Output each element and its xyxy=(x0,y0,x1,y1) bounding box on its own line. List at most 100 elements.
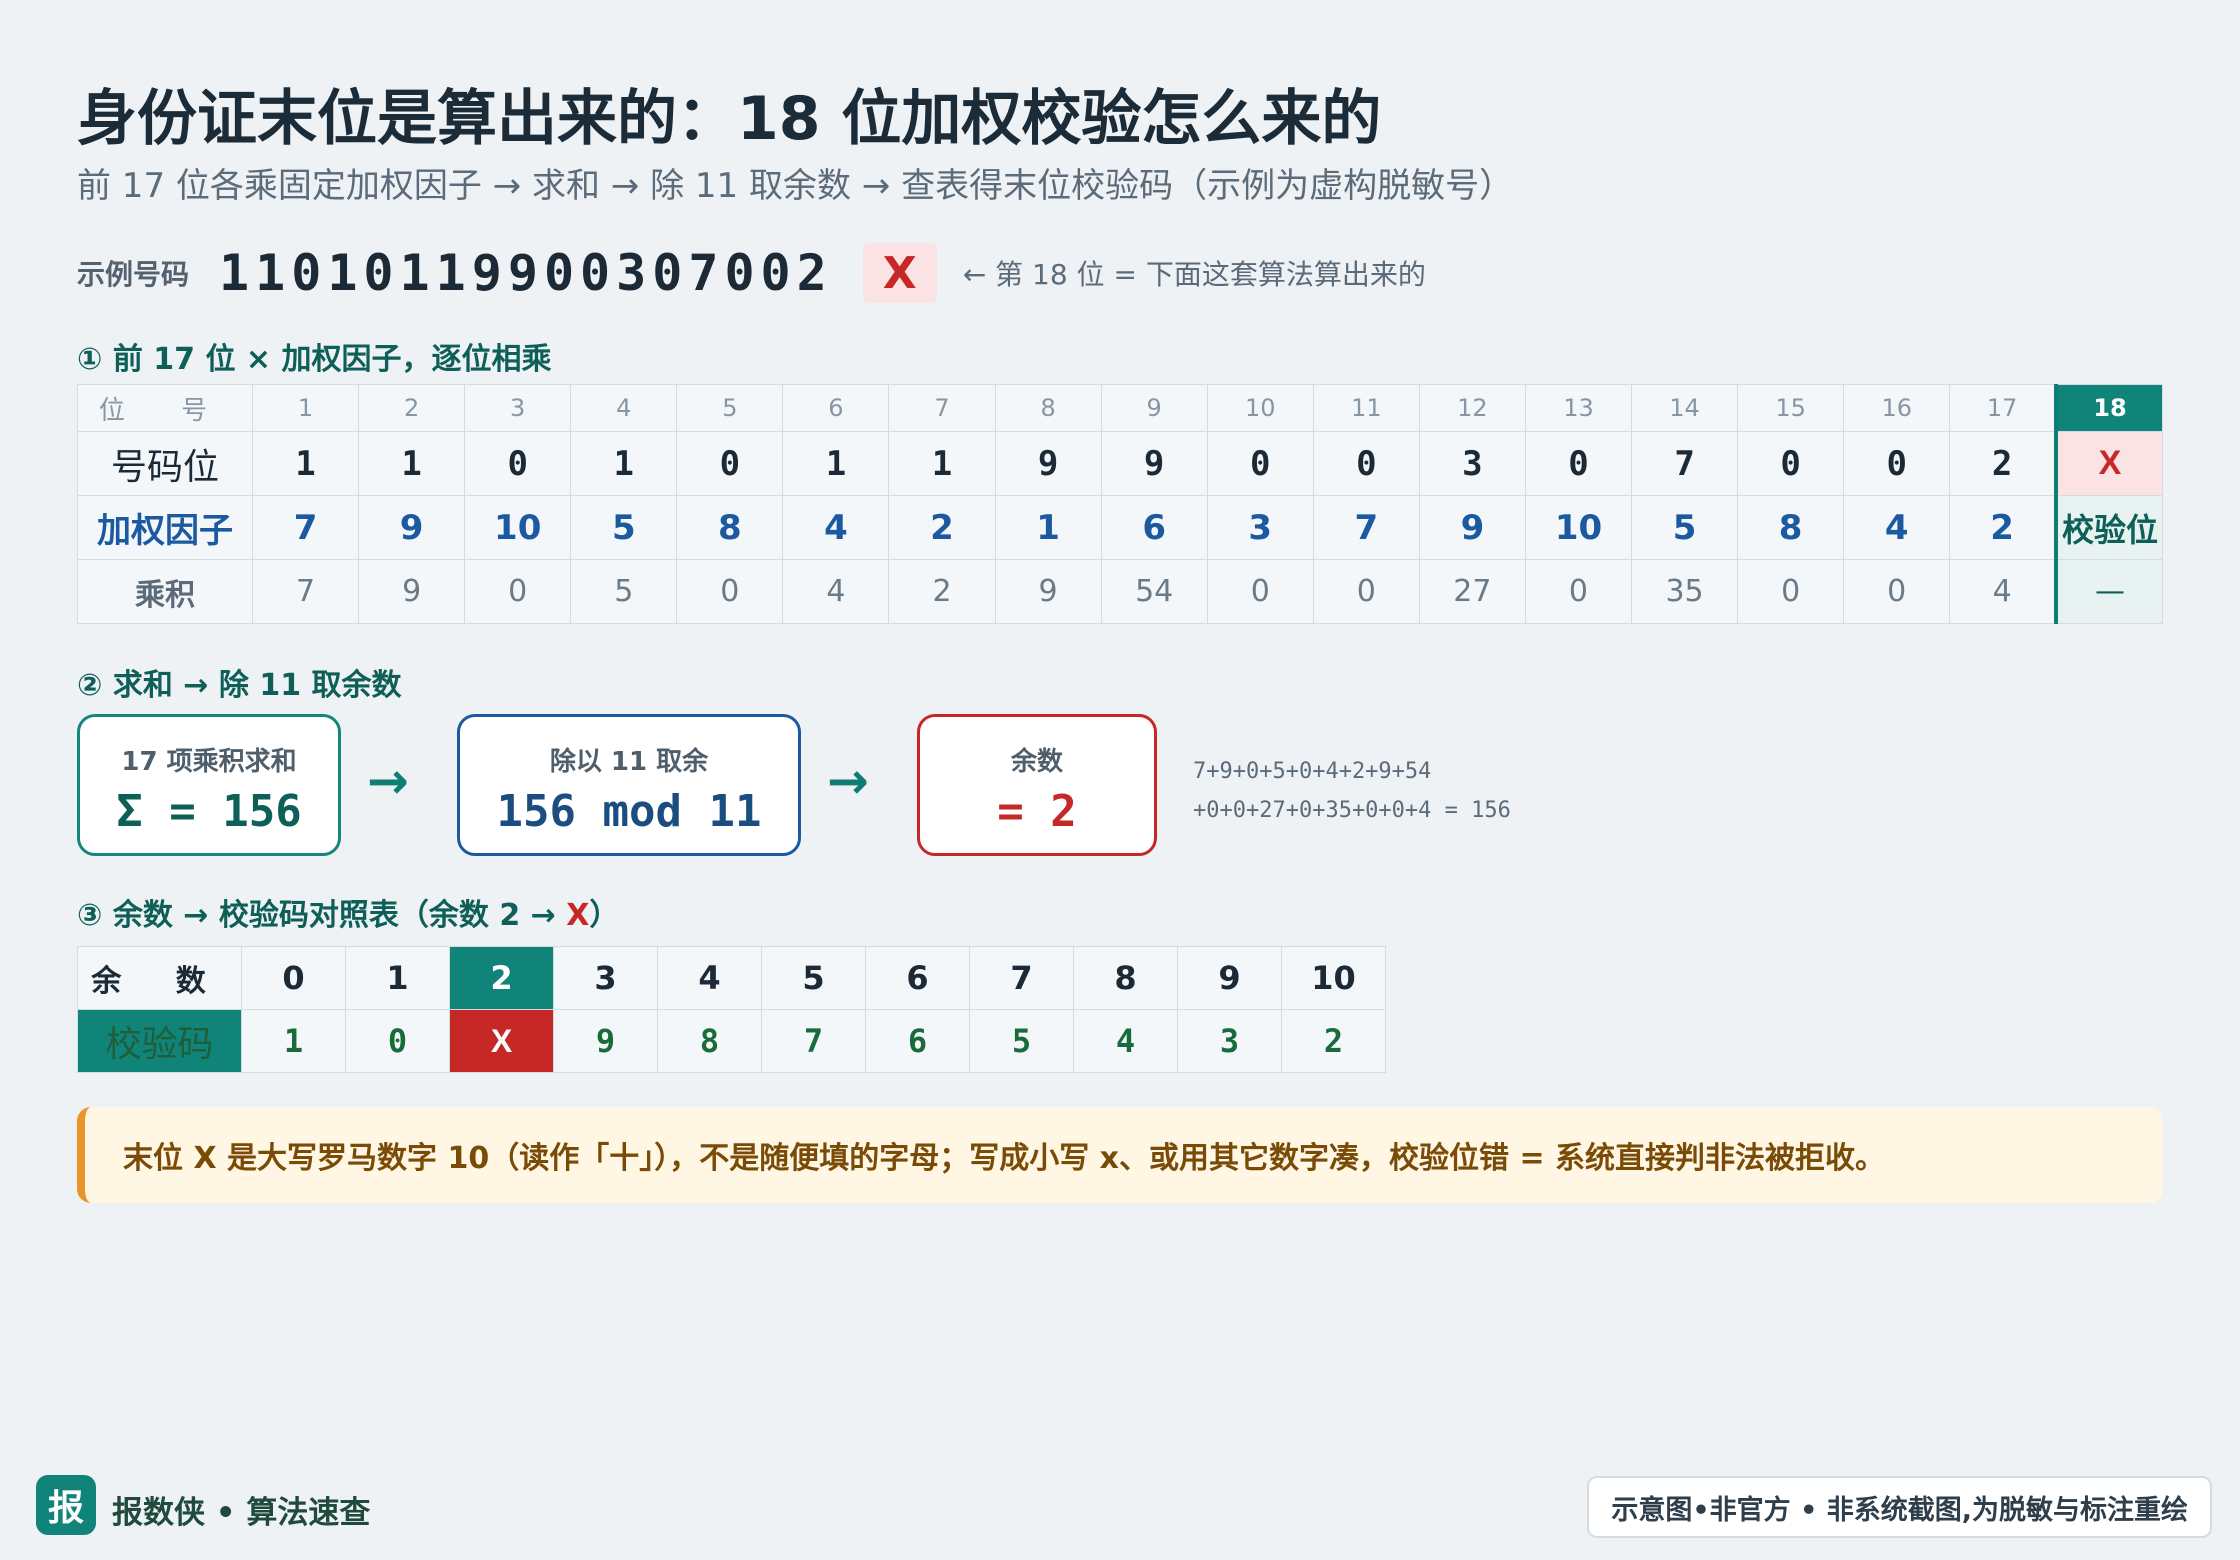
position-cell: 17 xyxy=(1949,384,2057,432)
step3-title-x: X xyxy=(566,898,590,933)
row-label-product: 乘积 xyxy=(77,559,253,624)
position-cell: 7 xyxy=(888,384,996,432)
product-cell: 0 xyxy=(464,559,572,624)
code-cell: 1 xyxy=(241,1009,346,1073)
code-cell: 3 xyxy=(1177,1009,1282,1073)
product-cell: 0 xyxy=(1524,559,1633,624)
weight-cell: 7 xyxy=(251,495,360,560)
product-cell: 7 xyxy=(251,559,360,624)
code-cell: 5 xyxy=(969,1009,1074,1073)
remainder-cell: 6 xyxy=(865,946,970,1010)
warning-note: 末位 X 是大写罗马数字 10（读作「十」），不是随便填的字母；写成小写 x、或… xyxy=(77,1107,2163,1203)
sum-formula: 7+9+0+5+0+4+2+9+54 +0+0+27+0+35+0+0+4 = … xyxy=(1193,752,1511,830)
product-cell: 35 xyxy=(1631,559,1739,624)
product-cell: 2 xyxy=(888,559,996,624)
remainder-cell: 2 xyxy=(449,946,554,1010)
formula-line-2: +0+0+27+0+35+0+0+4 = 156 xyxy=(1193,798,1511,823)
weight-table-row-weight: 加权因子 7 9 10 5 8 4 2 1 6 3 7 9 10 5 8 4 2 校验位 xyxy=(77,495,2163,560)
digit-cell: 1 xyxy=(358,431,466,496)
weight-cell: 4 xyxy=(1843,495,1951,560)
position-cell: 5 xyxy=(676,384,784,432)
remainder-cell: 3 xyxy=(553,946,658,1010)
weight-cell: 2 xyxy=(1949,495,2057,560)
page-title: 身份证末位是算出来的：18 位加权校验怎么来的 xyxy=(77,84,1382,154)
remainder-value: = 2 xyxy=(997,786,1077,837)
code-cell: 4 xyxy=(1073,1009,1178,1073)
digit-cell: 1 xyxy=(570,431,678,496)
product-cell: 0 xyxy=(1206,559,1314,624)
weight-cell: 9 xyxy=(358,495,466,560)
mod-value: 156 mod 11 xyxy=(496,786,762,837)
row-label-remainder: 余 数 xyxy=(77,946,242,1010)
check-digit-position: 18 xyxy=(2054,384,2163,432)
weight-table: 位 号 1 2 3 4 5 6 7 8 9 10 11 12 13 14 15 16 17 18 号码位 1 1 0 1 0 1 1… xyxy=(77,384,2163,624)
brand-logo: 报 xyxy=(36,1475,96,1535)
weight-cell: 10 xyxy=(1524,495,1633,560)
mod-box: 除以 11 取余 156 mod 11 xyxy=(457,714,801,856)
digit-cell: 9 xyxy=(1100,431,1208,496)
example-note: ← 第 18 位 = 下面这套算法算出来的 xyxy=(962,258,1426,291)
product-cell: 0 xyxy=(676,559,784,624)
product-cell: 0 xyxy=(1312,559,1420,624)
position-cell: 16 xyxy=(1843,384,1951,432)
position-cell: 13 xyxy=(1524,384,1633,432)
digit-cell: 0 xyxy=(1524,431,1633,496)
check-digit-weight: 校验位 xyxy=(2054,495,2163,560)
weight-cell: 4 xyxy=(782,495,890,560)
code-cell: 0 xyxy=(345,1009,450,1073)
digit-cell: 3 xyxy=(1418,431,1526,496)
code-cell: 7 xyxy=(761,1009,866,1073)
remainder-cell: 7 xyxy=(969,946,1074,1010)
check-table-row-remainder: 余 数 0 1 2 3 4 5 6 7 8 9 10 xyxy=(77,946,1386,1010)
code-cell: 2 xyxy=(1281,1009,1386,1073)
step3-title-post: ） xyxy=(589,898,620,933)
example-label: 示例号码 xyxy=(77,258,190,291)
brand-name: 报数侠 • 算法速查 xyxy=(112,1495,371,1531)
weight-cell: 8 xyxy=(1737,495,1845,560)
digit-cell: 0 xyxy=(676,431,784,496)
position-cell: 6 xyxy=(782,384,890,432)
product-cell: 0 xyxy=(1843,559,1951,624)
product-cell: 9 xyxy=(994,559,1102,624)
product-cell: 4 xyxy=(1949,559,2057,624)
digit-cell: 9 xyxy=(994,431,1102,496)
product-cell: 9 xyxy=(358,559,466,624)
remainder-cell: 1 xyxy=(345,946,450,1010)
digit-cell: 1 xyxy=(251,431,360,496)
step3-title-pre: ③ 余数 → 校验码对照表（余数 2 → xyxy=(77,898,567,933)
position-cell: 4 xyxy=(570,384,678,432)
position-cell: 14 xyxy=(1631,384,1739,432)
example-number: 11010119900307002 xyxy=(219,244,833,302)
product-cell: 0 xyxy=(1737,559,1845,624)
sum-value: Σ = 156 xyxy=(116,786,302,837)
row-label-code: 校验码 xyxy=(77,1009,242,1073)
digit-cell: 2 xyxy=(1949,431,2057,496)
check-digit-product: — xyxy=(2054,559,2163,624)
weight-cell: 7 xyxy=(1312,495,1420,560)
weight-cell: 10 xyxy=(464,495,572,560)
check-digit-digit: X xyxy=(2054,431,2163,496)
digit-cell: 0 xyxy=(1843,431,1951,496)
product-cell: 4 xyxy=(782,559,890,624)
disclaimer-tag: 示意图•非官方 • 非系统截图,为脱敏与标注重绘 xyxy=(1587,1476,2212,1538)
digit-cell: 1 xyxy=(888,431,996,496)
weight-cell: 1 xyxy=(994,495,1102,560)
weight-table-row-position: 位 号 1 2 3 4 5 6 7 8 9 10 11 12 13 14 15 16 17 18 xyxy=(77,384,2163,432)
product-cell: 27 xyxy=(1418,559,1526,624)
remainder-cell: 5 xyxy=(761,946,866,1010)
check-table-row-code: 校验码 1 0 X 9 8 7 6 5 4 3 2 xyxy=(77,1009,1386,1073)
code-cell: 6 xyxy=(865,1009,970,1073)
position-cell: 2 xyxy=(358,384,466,432)
position-cell: 9 xyxy=(1100,384,1208,432)
weight-cell: 9 xyxy=(1418,495,1526,560)
digit-cell: 0 xyxy=(464,431,572,496)
weight-cell: 6 xyxy=(1100,495,1208,560)
step3-title: ③ 余数 → 校验码对照表（余数 2 → X） xyxy=(77,890,619,934)
formula-line-1: 7+9+0+5+0+4+2+9+54 xyxy=(1193,759,1432,784)
weight-cell: 5 xyxy=(1631,495,1739,560)
remainder-caption: 余数 xyxy=(1010,747,1063,777)
position-cell: 15 xyxy=(1737,384,1845,432)
code-cell: 9 xyxy=(553,1009,658,1073)
step1-title: ① 前 17 位 × 加权因子，逐位相乘 xyxy=(77,342,552,377)
position-cell: 8 xyxy=(994,384,1102,432)
